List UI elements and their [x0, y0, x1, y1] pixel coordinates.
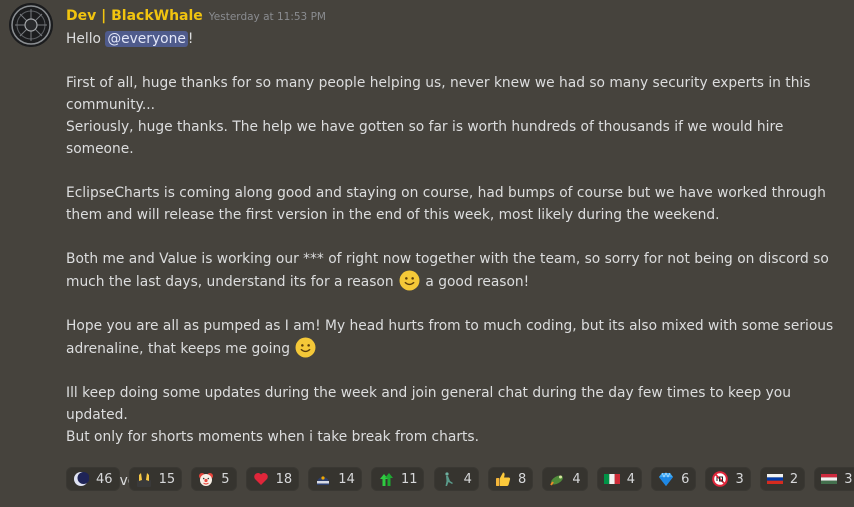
slightly-smiling-face-icon[interactable] [295, 337, 316, 358]
reaction-eclipse-moon[interactable]: 46 [66, 467, 120, 491]
chat-message: Dev | BlackWhale Yesterday at 11:53 PM He… [0, 0, 854, 507]
reaction-no-under-18[interactable]: 3 [705, 467, 751, 491]
message-timestamp[interactable]: Yesterday at 11:53 PM [209, 11, 326, 23]
reaction-thumbs-up[interactable]: 8 [487, 467, 534, 491]
paragraph-pumped: Hope you are all as pumped as I am! My h… [66, 318, 834, 358]
author-name[interactable]: Dev | BlackWhale [66, 8, 203, 24]
greeting-line: Hello @everyone! [66, 31, 194, 47]
russia-flag-icon [766, 474, 783, 484]
paragraph-updates: Ill keep doing some updates during the w… [66, 385, 791, 445]
clown-face-icon [199, 473, 214, 486]
everyone-mention[interactable]: @everyone [105, 31, 188, 47]
thumbs-up-icon [495, 472, 511, 486]
eclipse-moon-icon [74, 472, 89, 486]
hungary-flag-icon [821, 474, 838, 484]
reaction-hungary-flag[interactable]: 3 [814, 467, 854, 491]
bitcoin-helmet-icon [317, 476, 330, 485]
reaction-green-arrows-up[interactable]: 11 [370, 467, 425, 491]
reaction-italy-flag[interactable]: 4 [596, 467, 642, 491]
paragraph-eclipsecharts: EclipseCharts is coming along good and s… [66, 185, 826, 223]
slightly-smiling-face-icon[interactable] [399, 270, 420, 291]
reaction-rocket-gecko[interactable]: 4 [542, 467, 588, 491]
message-body: Hello @everyone! First of all, huge than… [66, 28, 846, 492]
reaction-red-heart[interactable]: 18 [245, 467, 300, 491]
no-under-18-icon [712, 471, 729, 487]
message-header: Dev | BlackWhale Yesterday at 11:53 PM [66, 6, 846, 24]
reaction-tiny-figure[interactable]: 4 [433, 467, 479, 491]
reaction-raised-hands[interactable]: 15 [128, 467, 183, 491]
reaction-gem[interactable]: 6 [651, 467, 697, 491]
paragraph-team: Both me and Value is working our *** of … [66, 251, 829, 291]
green-arrows-up-icon [379, 473, 393, 486]
tiny-figure-icon [444, 472, 453, 486]
red-heart-icon [253, 473, 268, 485]
reactions-bar: 46 15 5 18 14 11 4 8 4 4 6 3 2 3 [66, 467, 854, 493]
rocket-gecko-icon [550, 475, 564, 486]
avatar[interactable] [9, 3, 53, 47]
reaction-russia-flag[interactable]: 2 [759, 467, 806, 491]
paragraph-thanks: First of all, huge thanks for so many pe… [66, 75, 811, 157]
message-content: Dev | BlackWhale Yesterday at 11:53 PM He… [66, 6, 846, 492]
gem-icon [659, 472, 674, 486]
reaction-clown-face[interactable]: 5 [191, 467, 237, 491]
reaction-bitcoin-helmet[interactable]: 14 [308, 467, 362, 491]
italy-flag-icon [603, 474, 620, 484]
raised-hands-icon [136, 473, 151, 487]
